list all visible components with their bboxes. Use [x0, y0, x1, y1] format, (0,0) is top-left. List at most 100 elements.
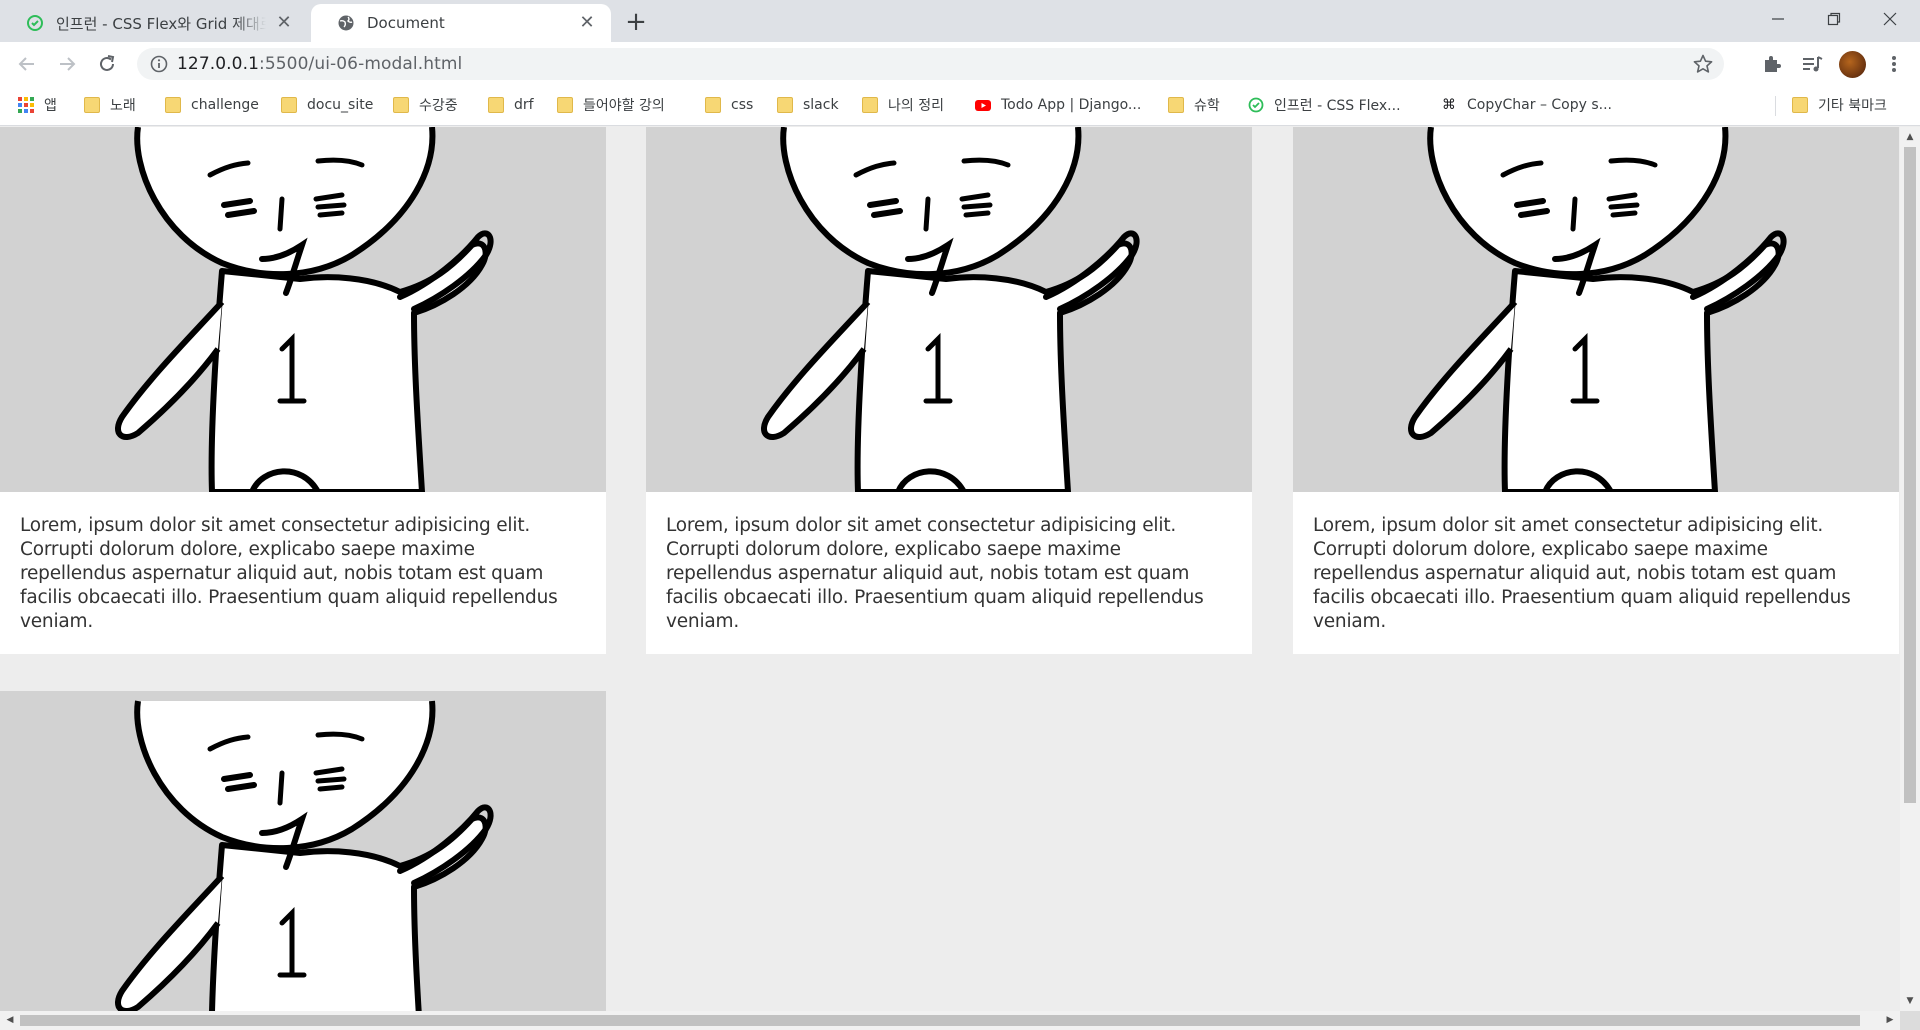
bookmark-folder[interactable]: 노래 — [84, 86, 136, 124]
bookmark-label: CopyChar – Copy s... — [1467, 97, 1613, 113]
folder-icon — [165, 97, 181, 113]
card-image — [0, 691, 606, 1011]
horizontal-scroll-thumb[interactable] — [20, 1015, 1860, 1026]
profile-avatar[interactable] — [1839, 51, 1866, 78]
tab-title: Document — [367, 14, 445, 32]
inflearn-icon — [27, 15, 43, 31]
inflearn-icon — [1248, 97, 1264, 113]
folder-icon — [393, 97, 409, 113]
bookmark-folder[interactable]: 수강중 — [393, 86, 458, 124]
card[interactable]: Lorem, ipsum dolor sit amet consectetur … — [0, 127, 606, 654]
bookmark-label: 슈학 — [1194, 98, 1220, 114]
media-control-button[interactable] — [1799, 51, 1825, 77]
close-icon — [1883, 12, 1897, 26]
bookmark-folder[interactable]: docu_site — [281, 86, 373, 124]
reload-button[interactable] — [93, 50, 121, 78]
bookmark-label: challenge — [191, 97, 259, 113]
bookmark-youtube[interactable]: Todo App | Django... — [975, 86, 1141, 124]
card-image — [1293, 127, 1899, 492]
back-button[interactable] — [13, 50, 41, 78]
bookmark-apps[interactable]: 앱 — [18, 86, 57, 124]
new-tab-button[interactable]: + — [622, 8, 650, 36]
extensions-button[interactable] — [1759, 51, 1785, 77]
bookmark-folder[interactable]: slack — [777, 86, 839, 124]
card[interactable]: Lorem, ipsum dolor sit amet consectetur … — [1293, 127, 1899, 654]
folder-icon — [862, 97, 878, 113]
tab-document[interactable]: Document ✕ — [311, 4, 611, 42]
minimize-icon — [1772, 18, 1784, 20]
info-icon[interactable] — [149, 54, 169, 74]
bookmark-folder[interactable]: drf — [488, 86, 534, 124]
bookmark-label: docu_site — [307, 97, 374, 113]
folder-icon — [1792, 97, 1808, 113]
restore-icon — [1827, 12, 1841, 26]
bookmark-label: 기타 북마크 — [1818, 98, 1887, 114]
cartoon-figure-image — [0, 691, 606, 1011]
folder-icon — [1168, 97, 1184, 113]
tab-strip: 인프런 - CSS Flex와 Grid 제대로 익히기 ✕ Document … — [0, 0, 1920, 42]
tab-close-icon[interactable]: ✕ — [577, 13, 597, 33]
forward-button[interactable] — [53, 50, 81, 78]
card-image — [646, 127, 1252, 492]
arrow-right-icon — [60, 57, 76, 71]
bookmark-folder[interactable]: 슈학 — [1168, 86, 1220, 124]
tab-inflearn[interactable]: 인프런 - CSS Flex와 Grid 제대로 익히기 ✕ — [0, 4, 308, 42]
bookmarks-divider — [1775, 96, 1776, 116]
reload-icon — [100, 55, 115, 71]
bookmark-folder[interactable]: css — [705, 86, 753, 124]
scroll-up-arrow-icon[interactable]: ▲ — [1905, 132, 1915, 142]
url-host: 127.0.0.1 — [177, 54, 260, 74]
bookmark-star-icon[interactable] — [1692, 53, 1714, 75]
folder-icon — [84, 97, 100, 113]
minimize-button[interactable] — [1750, 0, 1806, 38]
bookmark-copychar[interactable]: ⌘ CopyChar – Copy s... — [1441, 86, 1612, 124]
bookmark-label: 나의 정리 — [888, 98, 944, 114]
scroll-right-arrow-icon[interactable]: ▶ — [1885, 1015, 1895, 1026]
folder-icon — [281, 97, 297, 113]
vertical-scrollbar[interactable]: ▲ ▼ — [1900, 127, 1920, 1011]
restore-button[interactable] — [1806, 0, 1862, 38]
bookmark-other[interactable]: 기타 북마크 — [1792, 86, 1887, 124]
horizontal-scrollbar[interactable]: ◀ ▶ — [0, 1011, 1900, 1030]
bookmark-inflearn[interactable]: 인프런 - CSS Flex... — [1248, 86, 1401, 124]
card-text: Lorem, ipsum dolor sit amet consectetur … — [20, 515, 558, 632]
page-viewport: Lorem, ipsum dolor sit amet consectetur … — [0, 127, 1900, 1011]
arrow-left-icon — [18, 57, 34, 71]
bookmark-folder[interactable]: 나의 정리 — [862, 86, 944, 124]
url-path: :5500/ui-06-modal.html — [259, 54, 463, 74]
apps-grid-icon — [18, 97, 34, 113]
folder-icon — [488, 97, 504, 113]
browser-toolbar: 127.0.0.1:5500/ui-06-modal.html — [0, 42, 1920, 86]
card[interactable] — [0, 691, 606, 1011]
menu-button[interactable] — [1881, 51, 1907, 77]
card[interactable]: Lorem, ipsum dolor sit amet consectetur … — [646, 127, 1252, 654]
bookmark-folder[interactable]: 들어야할 강의 — [557, 86, 665, 124]
youtube-icon — [975, 100, 991, 111]
command-icon: ⌘ — [1442, 97, 1456, 113]
scrollbar-corner — [1900, 1011, 1920, 1030]
bookmarks-bar: 앱 노래 challenge docu_site 수강중 drf 들어야할 강의… — [0, 86, 1920, 126]
bookmark-folder[interactable]: challenge — [165, 86, 259, 124]
scroll-down-arrow-icon[interactable]: ▼ — [1905, 996, 1915, 1006]
address-bar[interactable]: 127.0.0.1:5500/ui-06-modal.html — [137, 48, 1724, 80]
bookmark-label: 수강중 — [419, 98, 458, 114]
scroll-left-arrow-icon[interactable]: ◀ — [5, 1015, 15, 1026]
cartoon-figure-image — [1293, 127, 1899, 492]
puzzle-icon — [1765, 56, 1781, 72]
vertical-scroll-thumb[interactable] — [1904, 147, 1916, 803]
card-text: Lorem, ipsum dolor sit amet consectetur … — [1313, 515, 1851, 632]
card-text: Lorem, ipsum dolor sit amet consectetur … — [666, 515, 1204, 632]
folder-icon — [705, 97, 721, 113]
folder-icon — [557, 97, 573, 113]
bookmark-label: slack — [803, 97, 839, 113]
close-window-button[interactable] — [1862, 0, 1918, 38]
bookmark-label: 들어야할 강의 — [583, 98, 665, 114]
globe-icon — [338, 15, 354, 31]
cartoon-figure-image — [646, 127, 1252, 492]
url-text: 127.0.0.1:5500/ui-06-modal.html — [177, 48, 462, 80]
bookmark-label: Todo App | Django... — [1001, 97, 1142, 113]
more-vertical-icon — [1892, 56, 1896, 72]
playlist-icon — [1803, 56, 1823, 72]
tab-close-icon[interactable]: ✕ — [274, 13, 294, 33]
bookmark-label: 인프런 - CSS Flex... — [1274, 98, 1401, 114]
